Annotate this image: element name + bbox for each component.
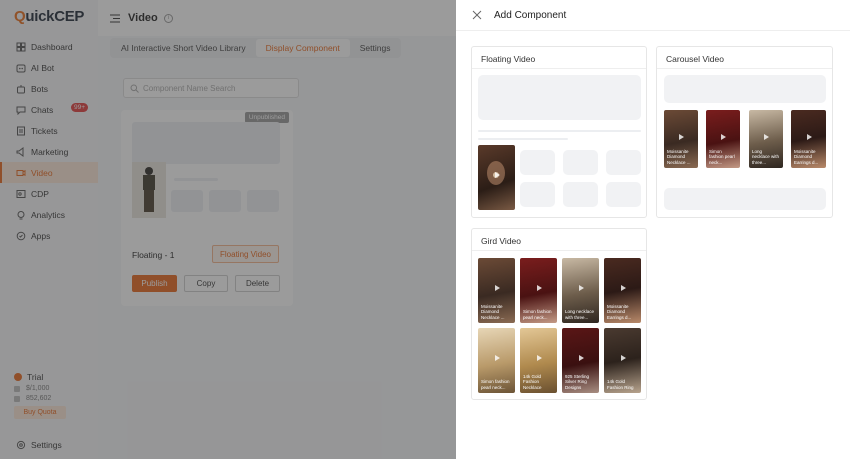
play-icon [494,355,500,362]
video-caption: Simon fashion pearl neck... [523,309,552,320]
drawer-title: Add Component [494,9,567,21]
panel-title: Carousel Video [666,54,724,64]
panel-title: Gird Video [481,236,522,246]
grid-video-thumbnail: Simon fashion pearl neck... [520,258,557,323]
grid-video-option[interactable]: Gird Video Moissanite Diamond Necklace .… [471,228,647,400]
preview-placeholder [478,130,641,132]
grid-video-thumbnail: Long necklace with three... [562,258,599,323]
play-icon [679,134,684,141]
close-icon[interactable] [472,10,482,20]
carousel-video-thumbnail: Moissanite Diamond Necklace ... [664,110,698,168]
play-icon [494,285,500,292]
grid-video-thumbnail: Simon fashion pearl neck... [478,328,515,393]
video-caption: 14k Gold Fashion Necklace [523,373,542,390]
preview-placeholder [478,75,641,120]
preview-placeholder [563,150,598,175]
video-caption: Long necklace with three... [565,309,595,320]
grid-video-thumbnail: Moissanite Diamond Necklace ... [478,258,515,323]
panel-title: Floating Video [481,54,536,64]
divider [657,68,832,69]
drawer-header: Add Component [456,0,850,31]
carousel-video-thumbnail: Moissanite Diamond Earrings d... [791,110,826,168]
preview-placeholder [563,182,598,207]
divider [472,68,646,69]
play-icon [764,134,769,141]
video-caption: Moissanite Diamond Earrings d... [607,303,632,320]
play-icon [620,285,626,292]
play-icon [578,355,584,362]
preview-placeholder [664,75,826,103]
grid-video-thumbnail: 14k Gold Fashion Ring [604,328,641,393]
carousel-video-thumbnail: Long necklace with three... [749,110,783,168]
preview-placeholder [520,150,555,175]
carousel-video-option[interactable]: Carousel Video Moissanite Diamond Neckla… [656,46,833,218]
modal-overlay[interactable] [0,0,456,459]
add-component-drawer: Add Component Floating Video Carousel Vi… [456,0,850,459]
play-icon [620,355,626,362]
grid-video-thumbnail: 925 Sterling Silver Ring Designs [562,328,599,393]
video-caption: 925 Sterling Silver Ring Designs [565,373,590,390]
play-icon [536,285,542,292]
play-icon [806,134,812,141]
preview-placeholder [606,182,641,207]
video-caption: Moissanite Diamond Necklace ... [481,303,505,320]
preview-placeholder [606,150,641,175]
preview-placeholder [520,182,555,207]
grid-video-thumbnail: Moissanite Diamond Earrings d... [604,258,641,323]
video-caption: Simon fashion pearl neck... [709,148,735,165]
preview-placeholder [478,138,568,140]
floating-video-thumbnail [478,145,515,210]
carousel-video-thumbnail: Simon fashion pearl neck... [706,110,740,168]
grid-video-thumbnail: 14k Gold Fashion Necklace [520,328,557,393]
play-icon [494,172,500,179]
divider [472,250,646,251]
video-caption: Simon fashion pearl neck... [481,379,510,390]
preview-placeholder [664,188,826,210]
video-caption: Moissanite Diamond Earrings d... [794,148,819,165]
floating-video-option[interactable]: Floating Video [471,46,647,218]
video-caption: Long necklace with three... [752,148,780,165]
video-caption: Moissanite Diamond Necklace ... [667,148,691,165]
play-icon [721,134,726,141]
play-icon [578,285,584,292]
play-icon [536,355,542,362]
video-caption: 14k Gold Fashion Ring [607,379,634,390]
